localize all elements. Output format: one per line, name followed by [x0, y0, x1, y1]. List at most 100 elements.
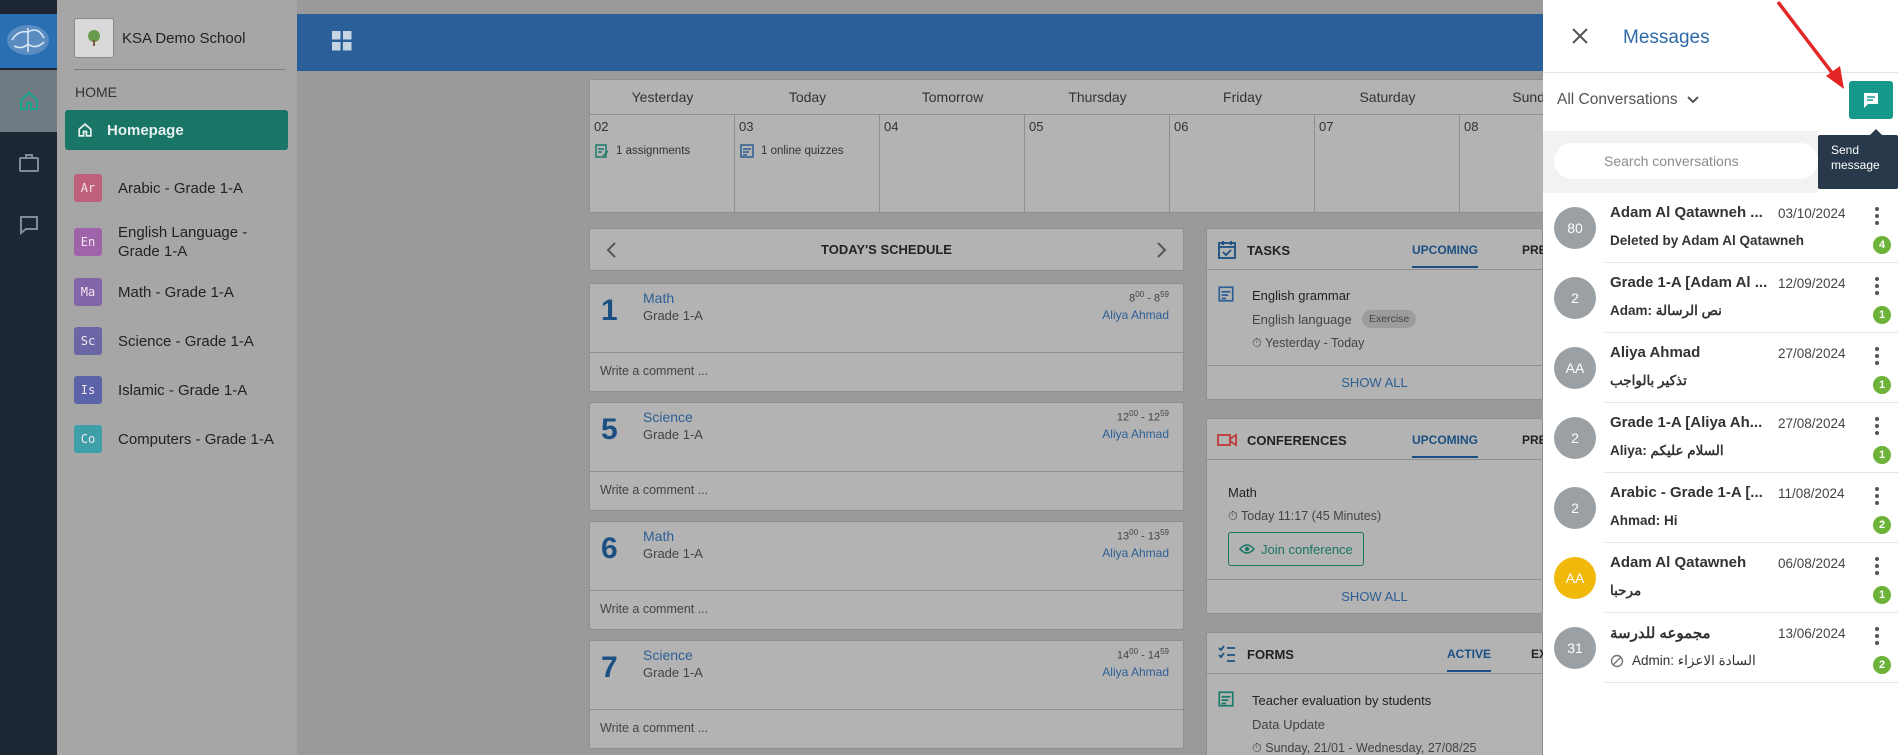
unread-count-badge: 1 [1873, 586, 1891, 604]
conversation-item[interactable]: AA Adam Al Qatawneh 06/08/2024 مرحبا 1 [1543, 543, 1898, 613]
lesson-teacher[interactable]: Aliya Ahmad [1102, 427, 1169, 441]
lesson-card[interactable]: 1 Math Grade 1-A 800 - 859 Aliya Ahmad W… [589, 283, 1184, 392]
join-conference-button[interactable]: Join conference [1228, 532, 1364, 566]
widget-title: CONFERENCES [1217, 430, 1347, 450]
conversation-preview: Aliya: السلام عليكم [1610, 443, 1724, 459]
week-calendar: Yesterday Today Tomorrow Thursday Friday… [589, 79, 1549, 213]
conversation-item[interactable]: 2 Grade 1-A [Aliya Ah... 27/08/2024 Aliy… [1543, 403, 1898, 473]
cell-date: 03 [739, 119, 754, 134]
conversation-item[interactable]: AA Aliya Ahmad 27/08/2024 تذكير بالواجب … [1543, 333, 1898, 403]
sidebar-item-arabic[interactable]: Ar Arabic - Grade 1-A [74, 174, 294, 202]
conversation-preview: Ahmad: Hi [1610, 513, 1678, 528]
sidebar-item-computers[interactable]: Co Computers - Grade 1-A [74, 425, 294, 453]
conversation-date: 27/08/2024 [1778, 416, 1846, 431]
rail-courses[interactable] [0, 132, 57, 194]
sidebar-item-science[interactable]: Sc Science - Grade 1-A [74, 327, 294, 355]
more-options-icon[interactable] [1873, 626, 1881, 646]
comment-input[interactable]: Write a comment ... [590, 471, 1183, 508]
calendar-cell[interactable]: 08 [1460, 115, 1548, 212]
end-hour: 13 [1147, 530, 1161, 543]
sidebar-item-math[interactable]: Ma Math - Grade 1-A [74, 278, 294, 306]
comment-input[interactable]: Write a comment ... [590, 590, 1183, 627]
conversation-filter-dropdown[interactable]: All Conversations [1557, 91, 1700, 109]
school-logo [74, 18, 114, 58]
calendar-cell[interactable]: 03 1 online quizzes [735, 115, 880, 212]
schedule-title: TODAY'S SCHEDULE [821, 242, 952, 257]
sidebar-item-islamic[interactable]: Is Islamic - Grade 1-A [74, 376, 294, 404]
rail-messages[interactable] [0, 194, 57, 256]
lesson-subject[interactable]: Math [643, 290, 674, 306]
avatar: AA [1554, 347, 1596, 389]
more-options-icon[interactable] [1873, 276, 1881, 296]
preview-text: Ahmad: Hi [1610, 513, 1678, 528]
unread-count-badge: 2 [1873, 516, 1891, 534]
app-logo[interactable] [0, 14, 57, 68]
calendar-cell[interactable]: 05 [1025, 115, 1170, 212]
calendar-cell[interactable]: 06 [1170, 115, 1315, 212]
lesson-teacher[interactable]: Aliya Ahmad [1102, 546, 1169, 560]
conferences-show-all[interactable]: SHOW ALL [1207, 589, 1542, 604]
start-minute: 00 [1129, 647, 1139, 656]
more-options-icon[interactable] [1873, 206, 1881, 226]
sidebar-item-homepage[interactable]: Homepage [65, 110, 288, 150]
apps-grid-button[interactable] [331, 30, 353, 57]
send-message-button[interactable] [1849, 81, 1893, 119]
sidebar-item-label: Homepage [107, 121, 184, 139]
tab-active[interactable]: ACTIVE [1447, 647, 1492, 672]
avatar: 2 [1554, 417, 1596, 459]
task-title[interactable]: English grammar [1252, 288, 1350, 303]
tasks-title: TASKS [1247, 242, 1291, 258]
comment-input[interactable]: Write a comment ... [590, 709, 1183, 746]
lesson-number: 6 [601, 532, 618, 565]
rail-home[interactable] [0, 70, 57, 132]
form-title[interactable]: Teacher evaluation by students [1252, 693, 1431, 708]
search-conversations-input[interactable] [1554, 143, 1818, 179]
start-hour: 13 [1116, 530, 1130, 543]
calendar-event-assignments[interactable]: 1 assignments [594, 143, 730, 159]
conference-title: Math [1228, 485, 1257, 500]
tab-upcoming[interactable]: UPCOMING [1412, 433, 1478, 458]
task-subject: English language [1252, 312, 1352, 327]
messages-title: Messages [1623, 27, 1710, 48]
end-minute: 59 [1160, 409, 1169, 418]
tasks-show-all[interactable]: SHOW ALL [1207, 375, 1542, 390]
lesson-subject[interactable]: Science [643, 409, 693, 425]
conversation-item[interactable]: 2 Arabic - Grade 1-A [... 11/08/2024 Ahm… [1543, 473, 1898, 543]
tab-upcoming[interactable]: UPCOMING [1412, 243, 1478, 268]
more-options-icon[interactable] [1873, 416, 1881, 436]
lesson-teacher[interactable]: Aliya Ahmad [1102, 665, 1169, 679]
conversation-item[interactable]: 2 Grade 1-A [Adam Al ... 12/09/2024 Adam… [1543, 263, 1898, 333]
calendar-cell[interactable]: 02 1 assignments [590, 115, 735, 212]
tasks-widget: TASKS UPCOMING PRE English grammar Engli… [1206, 228, 1547, 400]
calendar-cell[interactable]: 04 [880, 115, 1025, 212]
calendar-event-quizzes[interactable]: 1 online quizzes [739, 143, 875, 159]
calendar-cell[interactable]: 07 [1315, 115, 1460, 212]
search-bar [1543, 131, 1818, 193]
chevron-left-icon[interactable] [604, 241, 620, 259]
comment-input[interactable]: Write a comment ... [590, 352, 1183, 389]
divider [1605, 682, 1898, 683]
lesson-card[interactable]: 6 Math Grade 1-A 1300 - 1359 Aliya Ahmad… [589, 521, 1184, 630]
more-options-icon[interactable] [1873, 486, 1881, 506]
divider [1207, 579, 1542, 580]
more-options-icon[interactable] [1873, 346, 1881, 366]
lesson-subject[interactable]: Science [643, 647, 693, 663]
lesson-subject[interactable]: Math [643, 528, 674, 544]
send-message-tooltip: Send message [1818, 129, 1898, 189]
conversation-item[interactable]: 80 Adam Al Qatawneh ... 03/10/2024 Delet… [1543, 193, 1898, 263]
school-switcher[interactable]: KSA Demo School [74, 18, 245, 58]
unread-count-badge: 1 [1873, 376, 1891, 394]
widget-title: TASKS [1217, 240, 1290, 260]
lesson-card[interactable]: 5 Science Grade 1-A 1200 - 1259 Aliya Ah… [589, 402, 1184, 511]
more-options-icon[interactable] [1873, 556, 1881, 576]
forms-title: FORMS [1247, 646, 1294, 662]
section-label-home: HOME [75, 84, 117, 100]
sidebar-item-english[interactable]: En English Language - Grade 1-A [74, 223, 294, 261]
chevron-right-icon[interactable] [1153, 241, 1169, 259]
close-icon[interactable] [1571, 27, 1589, 45]
lesson-card[interactable]: 7 Science Grade 1-A 1400 - 1459 Aliya Ah… [589, 640, 1184, 749]
conversation-item[interactable]: 31 مجموعه للدرسة 13/06/2024 Admin: الساد… [1543, 613, 1898, 683]
lesson-teacher[interactable]: Aliya Ahmad [1102, 308, 1169, 322]
cell-date: 05 [1029, 119, 1044, 134]
messages-panel: Messages All Conversations Send message … [1543, 0, 1898, 755]
